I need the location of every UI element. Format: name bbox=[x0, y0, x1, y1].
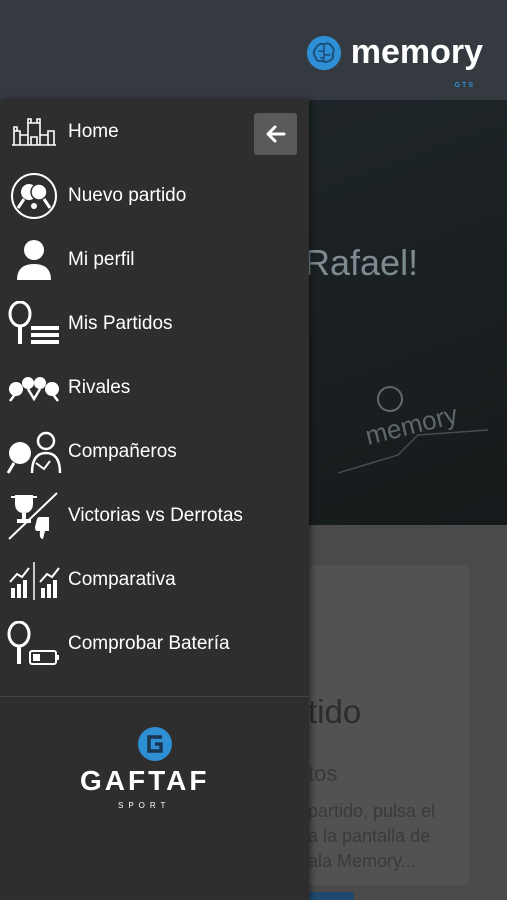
menu-item-label: Comparativa bbox=[68, 569, 176, 590]
rivals-icon bbox=[6, 360, 62, 416]
background-logo-icon: memory bbox=[338, 386, 488, 474]
brand-sub: GTS bbox=[454, 82, 475, 89]
menu-item-wins-vs-losses[interactable]: Victorias vs Derrotas bbox=[0, 484, 309, 548]
comparison-icon bbox=[6, 552, 62, 608]
my-matches-icon bbox=[6, 296, 62, 352]
menu-item-new-match[interactable]: Nuevo partido bbox=[0, 164, 309, 228]
brand-logo: memory GTS bbox=[305, 33, 483, 89]
svg-text:memory: memory bbox=[362, 399, 460, 451]
menu-item-rivals[interactable]: Rivales bbox=[0, 356, 309, 420]
menu-item-label: Mi perfil bbox=[68, 249, 135, 270]
menu-item-home[interactable]: Home bbox=[0, 100, 309, 164]
gaftaf-logo-text: GAFTAF bbox=[80, 765, 210, 796]
app-bar: memory GTS bbox=[0, 0, 507, 100]
menu-item-comparison[interactable]: Comparativa bbox=[0, 548, 309, 612]
background-card-line: a la pantalla de bbox=[308, 826, 431, 846]
background-card-subtitle: tos bbox=[308, 761, 338, 786]
menu-item-label: Rivales bbox=[68, 377, 131, 398]
brain-icon bbox=[306, 35, 341, 71]
gaftaf-g-icon bbox=[138, 727, 172, 761]
menu-item-partners[interactable]: Compañeros bbox=[0, 420, 309, 484]
home-icon bbox=[6, 104, 62, 160]
background-card-body: partido, pulsa el a la pantalla de ala M… bbox=[308, 799, 468, 874]
menu-item-label: Home bbox=[68, 121, 119, 142]
menu-item-label: Comprobar Batería bbox=[68, 633, 230, 654]
brand-name: memory bbox=[350, 33, 483, 71]
gaftaf-logo: GAFTAF SPORT bbox=[70, 725, 240, 820]
partners-icon bbox=[6, 424, 62, 480]
background-card-title: tido bbox=[308, 693, 362, 730]
background-hero: Rafael! memory bbox=[308, 100, 507, 525]
navigation-drawer: Home Nuevo partido Mi perfil Mis Partido… bbox=[0, 100, 309, 900]
user-profile-icon bbox=[6, 232, 62, 288]
menu-item-label: Compañeros bbox=[68, 441, 177, 462]
background-lower: tido tos partido, pulsa el a la pantalla… bbox=[308, 525, 507, 900]
menu-item-profile[interactable]: Mi perfil bbox=[0, 228, 309, 292]
background-card-line: partido, pulsa el bbox=[308, 801, 436, 821]
drawer-divider bbox=[0, 696, 309, 697]
menu-item-label: Nuevo partido bbox=[68, 185, 187, 206]
menu-item-my-matches[interactable]: Mis Partidos bbox=[0, 292, 309, 356]
new-match-icon bbox=[6, 168, 62, 224]
wins-vs-losses-icon bbox=[6, 488, 62, 544]
battery-icon bbox=[6, 616, 62, 672]
menu-item-label: Victorias vs Derrotas bbox=[68, 505, 243, 526]
background-greeting: Rafael! bbox=[308, 242, 419, 283]
gaftaf-logo-subtext: SPORT bbox=[118, 801, 171, 810]
background-card-button bbox=[308, 892, 354, 900]
background-card-line: ala Memory... bbox=[308, 851, 416, 871]
menu-item-label: Mis Partidos bbox=[68, 313, 173, 334]
menu-item-battery[interactable]: Comprobar Batería bbox=[0, 612, 309, 676]
